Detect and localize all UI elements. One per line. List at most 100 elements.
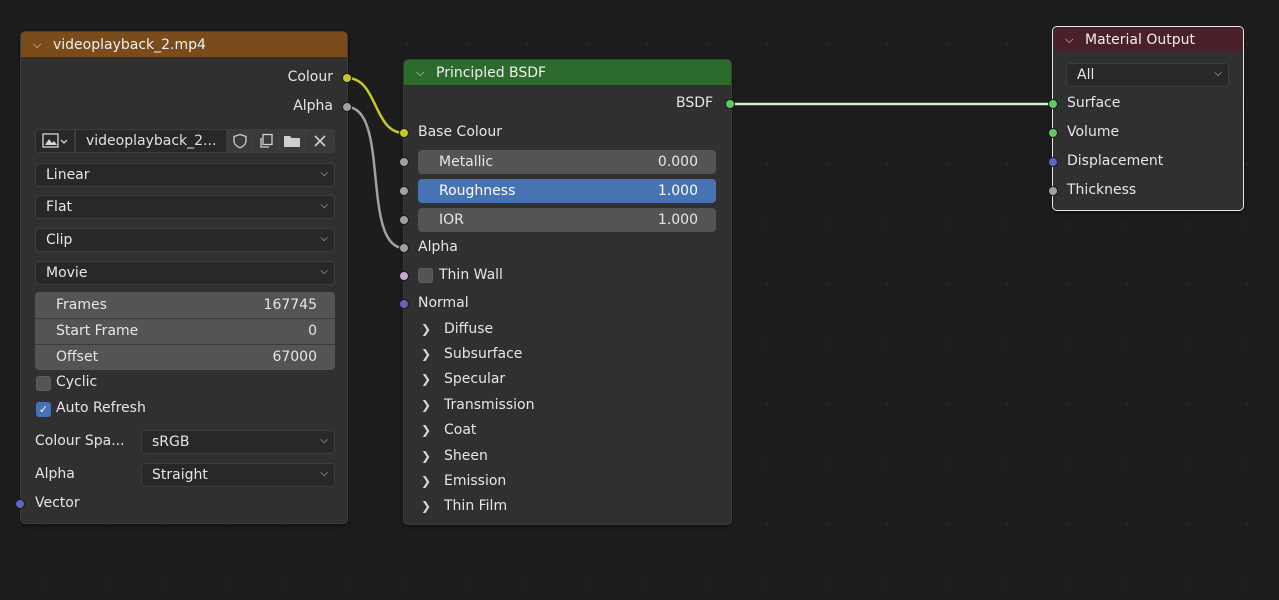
output-bsdf-socket[interactable]	[725, 99, 735, 109]
folder-icon	[284, 136, 300, 147]
base-colour-label: Base Colour	[418, 124, 502, 140]
chevron-down-icon: ⌵	[320, 200, 328, 211]
input-thickness-socket[interactable]	[1048, 186, 1058, 196]
frames-group: Frames 167745 Start Frame 0 Offset 67000	[35, 292, 335, 370]
ior-label: IOR	[439, 212, 464, 228]
projection-value: Flat	[46, 199, 73, 215]
offset-value: 67000	[272, 349, 317, 365]
image-texture-node[interactable]: ⌵ videoplayback_2.mp4 Colour Alpha video…	[15, 31, 352, 524]
close-icon	[314, 135, 326, 147]
output-bsdf-label: BSDF	[676, 95, 714, 111]
auto-refresh-checkbox[interactable]: ✓	[36, 402, 51, 417]
output-node-header[interactable]: ⌵ Material Output	[1053, 27, 1243, 52]
output-colour-socket[interactable]	[342, 73, 352, 83]
start-frame-label: Start Frame	[56, 323, 139, 339]
thickness-label: Thickness	[1067, 182, 1137, 198]
alpha-mode-dropdown[interactable]: Straight ⌵	[141, 463, 335, 487]
input-ior-socket[interactable]	[399, 215, 409, 225]
cyclic-checkbox[interactable]	[36, 376, 51, 391]
panel-sheen-label: Sheen	[444, 448, 488, 464]
extension-value: Clip	[46, 232, 73, 248]
thin-wall-label: Thin Wall	[439, 267, 503, 283]
chevron-down-icon[interactable]: ⌵	[1065, 33, 1079, 47]
colour-space-dropdown[interactable]: sRGB ⌵	[141, 430, 335, 454]
unlink-button[interactable]	[305, 129, 335, 153]
alpha-label: Alpha	[418, 239, 458, 255]
panel-specular-label: Specular	[444, 371, 506, 387]
displacement-label: Displacement	[1067, 153, 1164, 169]
panel-emission[interactable]: ❯ Emission	[421, 470, 506, 492]
panel-diffuse-label: Diffuse	[444, 321, 494, 337]
output-alpha-label: Alpha	[293, 98, 333, 114]
frames-field[interactable]: Frames 167745	[35, 294, 335, 316]
input-volume-socket[interactable]	[1048, 128, 1058, 138]
thin-wall-checkbox[interactable]	[418, 268, 433, 283]
chevron-right-icon: ❯	[421, 499, 432, 513]
shield-icon	[233, 133, 247, 149]
offset-field[interactable]: Offset 67000	[35, 345, 335, 369]
fake-user-button[interactable]	[227, 129, 253, 153]
link-colour-to-base-colour	[346, 76, 405, 135]
output-alpha-socket[interactable]	[342, 102, 352, 112]
roughness-value: 1.000	[657, 183, 698, 199]
duplicate-button[interactable]	[253, 129, 279, 153]
source-value: Movie	[46, 265, 88, 281]
chevron-down-icon[interactable]: ⌵	[416, 66, 430, 80]
image-name-text: videoplayback_2...	[86, 133, 217, 149]
input-alpha-socket[interactable]	[399, 243, 409, 253]
panel-thin-film[interactable]: ❯ Thin Film	[421, 495, 507, 517]
projection-dropdown[interactable]: Flat ⌵	[35, 195, 335, 219]
offset-label: Offset	[56, 349, 99, 365]
panel-subsurface-label: Subsurface	[444, 346, 523, 362]
input-thin-wall-socket[interactable]	[399, 271, 409, 281]
roughness-field[interactable]: Roughness 1.000	[418, 179, 716, 203]
colour-space-value: sRGB	[152, 434, 190, 450]
panel-coat[interactable]: ❯ Coat	[421, 419, 476, 441]
panel-thin-film-label: Thin Film	[444, 498, 508, 514]
open-file-button[interactable]	[279, 129, 305, 153]
alpha-mode-value: Straight	[152, 467, 208, 483]
bsdf-node-header[interactable]: ⌵ Principled BSDF	[404, 60, 731, 85]
ior-field[interactable]: IOR 1.000	[418, 208, 716, 232]
metallic-field[interactable]: Metallic 0.000	[418, 150, 716, 174]
interpolation-value: Linear	[46, 167, 90, 183]
input-vector-socket[interactable]	[15, 499, 25, 509]
ior-value: 1.000	[657, 212, 698, 228]
input-metallic-socket[interactable]	[399, 157, 409, 167]
panel-sheen[interactable]: ❯ Sheen	[421, 445, 488, 467]
panel-specular[interactable]: ❯ Specular	[421, 368, 505, 390]
chevron-down-icon: ⌵	[320, 168, 328, 179]
input-displacement-socket[interactable]	[1048, 157, 1058, 167]
chevron-right-icon: ❯	[421, 347, 432, 361]
metallic-value: 0.000	[657, 154, 698, 170]
image-node-header[interactable]: ⌵ videoplayback_2.mp4	[21, 32, 347, 57]
input-roughness-socket[interactable]	[399, 186, 409, 196]
chevron-right-icon: ❯	[421, 398, 432, 412]
chevron-down-icon[interactable]: ⌵	[33, 38, 47, 52]
volume-label: Volume	[1067, 124, 1120, 140]
colour-space-label: Colour Spa...	[35, 433, 125, 449]
interpolation-dropdown[interactable]: Linear ⌵	[35, 163, 335, 187]
image-type-dropdown[interactable]	[35, 129, 75, 153]
metallic-label: Metallic	[439, 154, 494, 170]
image-name-field[interactable]: videoplayback_2...	[75, 129, 227, 153]
panel-subsurface[interactable]: ❯ Subsurface	[421, 343, 522, 365]
panel-diffuse[interactable]: ❯ Diffuse	[421, 318, 493, 340]
extension-dropdown[interactable]: Clip ⌵	[35, 228, 335, 252]
panel-emission-label: Emission	[444, 473, 507, 489]
input-vector-label: Vector	[35, 495, 80, 511]
output-node-title: Material Output	[1085, 31, 1195, 48]
image-icon	[42, 133, 68, 148]
chevron-right-icon: ❯	[421, 474, 432, 488]
chevron-down-icon: ⌵	[320, 233, 328, 244]
start-frame-field[interactable]: Start Frame 0	[35, 319, 335, 343]
frames-label: Frames	[56, 297, 107, 313]
panel-transmission[interactable]: ❯ Transmission	[421, 394, 534, 416]
input-base-colour-socket[interactable]	[399, 128, 409, 138]
roughness-label: Roughness	[439, 183, 516, 199]
source-dropdown[interactable]: Movie ⌵	[35, 261, 335, 285]
target-dropdown[interactable]: All ⌵	[1066, 63, 1229, 87]
chevron-right-icon: ❯	[421, 372, 432, 386]
input-surface-socket[interactable]	[1048, 99, 1058, 109]
input-normal-socket[interactable]	[399, 299, 409, 309]
